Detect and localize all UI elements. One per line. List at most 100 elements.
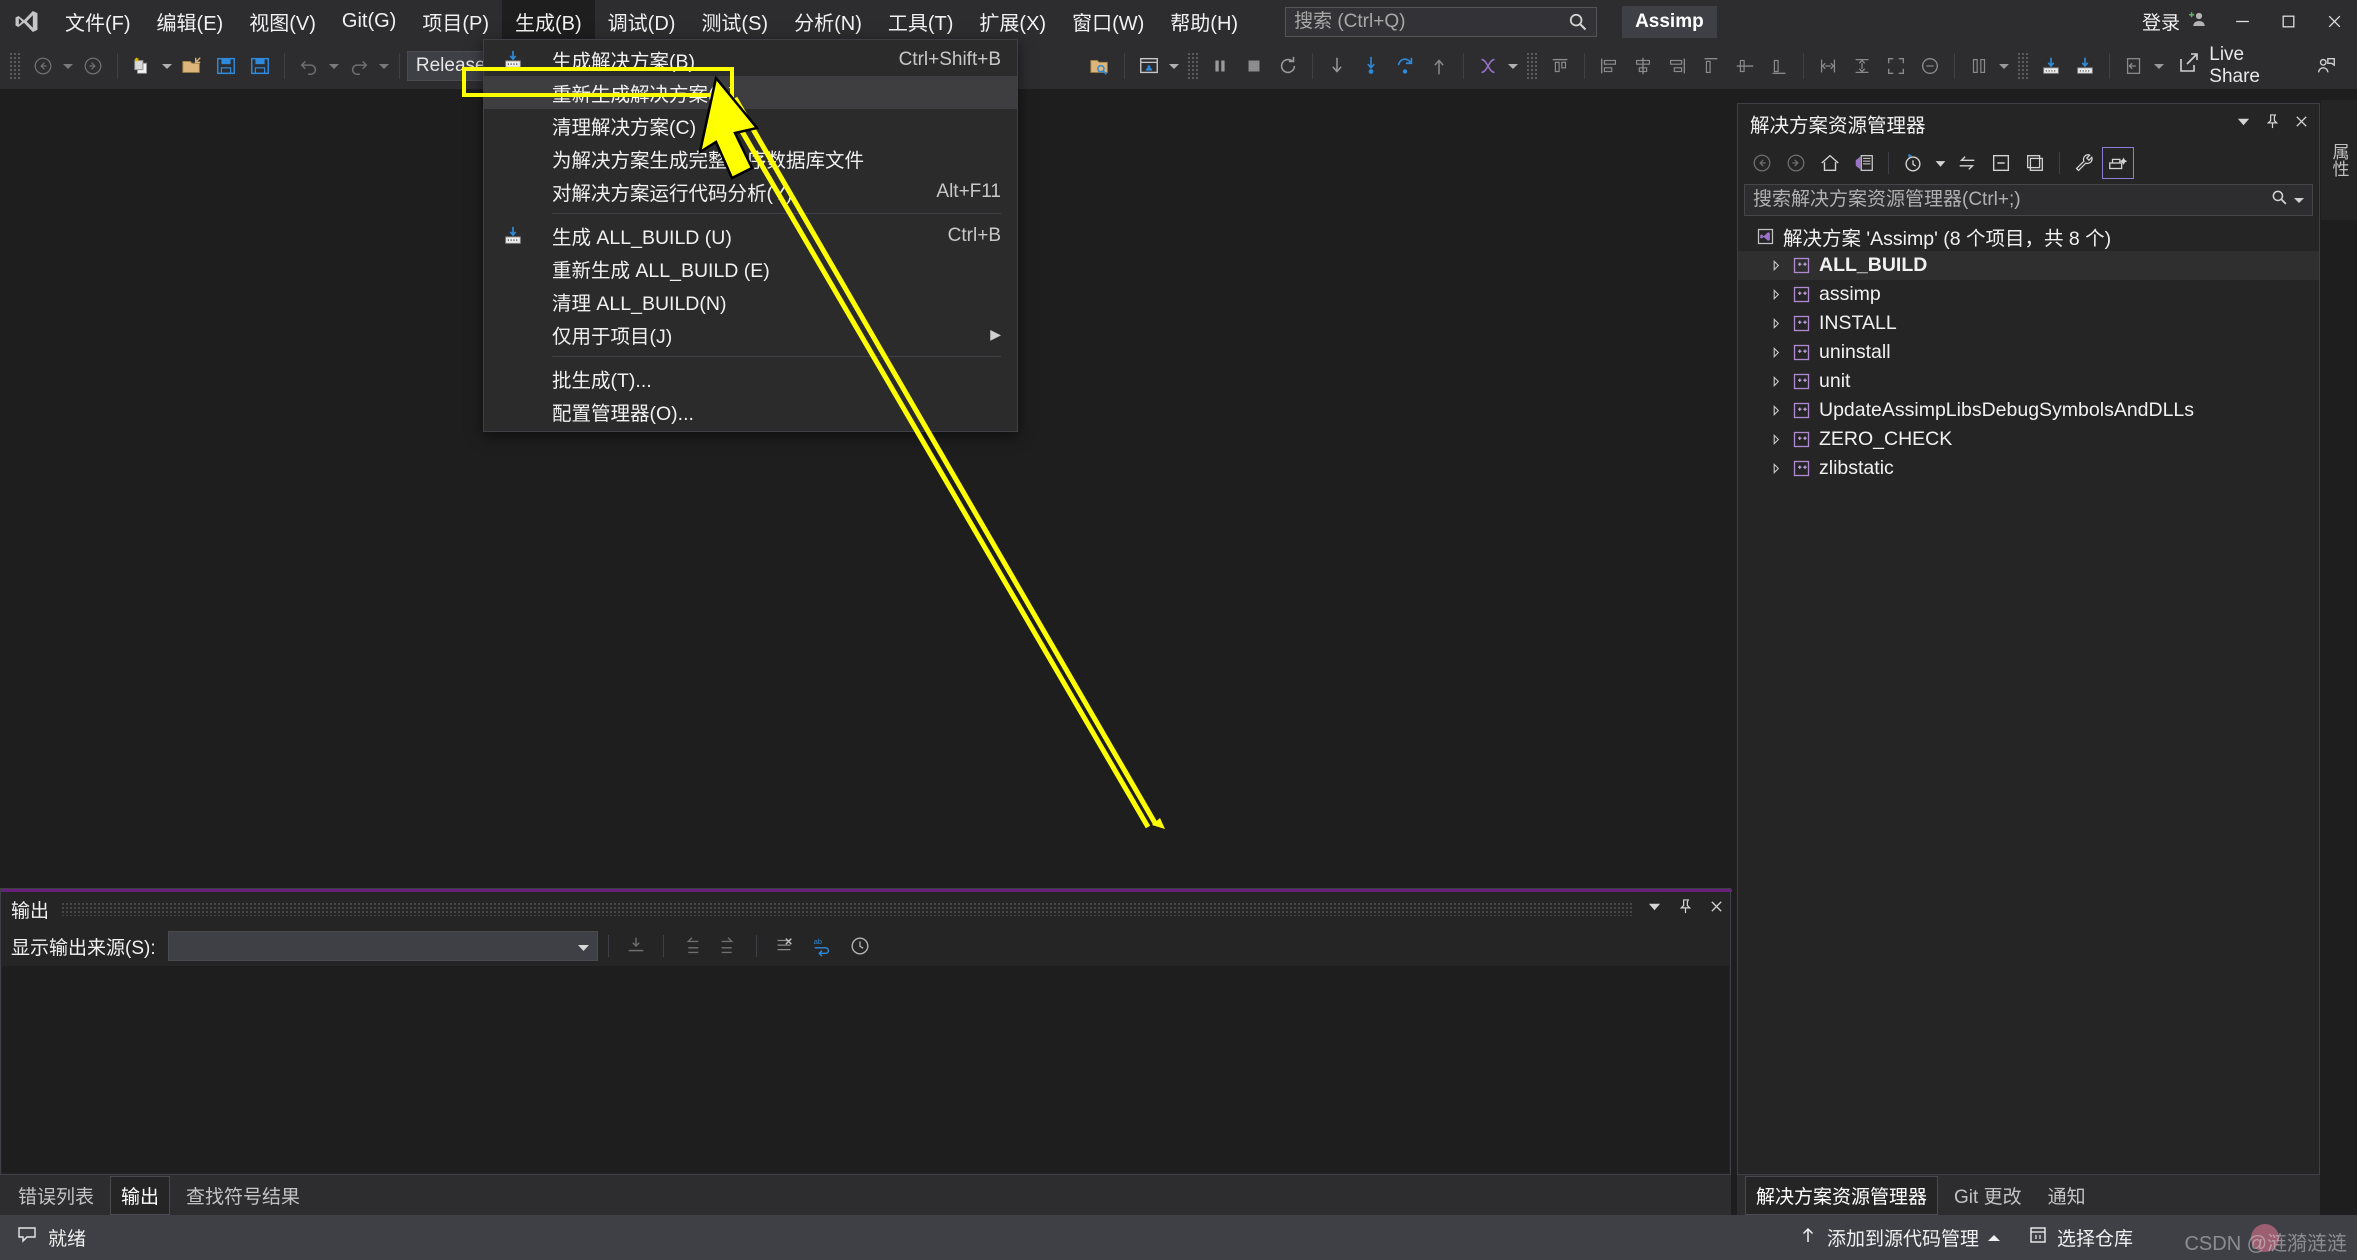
tree-node-all-build[interactable]: ALL_BUILD [1738, 251, 2319, 280]
navigate-forward-icon[interactable] [76, 49, 110, 83]
undo-icon[interactable] [292, 49, 326, 83]
menu-window[interactable]: 窗口(W) [1059, 0, 1157, 43]
sync-with-active-document-icon[interactable] [1951, 147, 1983, 179]
tree-node-updateassimplibs[interactable]: UpdateAssimpLibsDebugSymbolsAndDLLs [1738, 396, 2319, 425]
restart-icon[interactable] [1271, 49, 1305, 83]
window-maximize-button[interactable] [2265, 0, 2311, 43]
collapse-all-icon[interactable] [1985, 147, 2017, 179]
chevron-right-icon[interactable] [1764, 347, 1788, 358]
open-file-icon[interactable] [175, 49, 209, 83]
chevron-right-icon[interactable] [1764, 318, 1788, 329]
go-to-previous-message-icon[interactable] [674, 930, 708, 962]
menu-item-batch-build[interactable]: 批生成(T)... [484, 362, 1017, 395]
align-rights-icon[interactable] [1660, 49, 1694, 83]
pin-icon[interactable] [2265, 112, 2280, 135]
search-in-files-icon[interactable] [1083, 49, 1117, 83]
close-icon[interactable] [1709, 899, 1724, 919]
tab-notifications[interactable]: 通知 [2038, 1177, 2096, 1214]
tree-node-zero-check[interactable]: ZERO_CHECK [1738, 425, 2319, 454]
redo-icon[interactable] [342, 49, 376, 83]
align-bottoms-icon[interactable] [1762, 49, 1796, 83]
forward-icon[interactable] [1780, 147, 1812, 179]
save-all-icon[interactable] [243, 49, 277, 83]
menu-item-run-code-analysis[interactable]: 对解决方案运行代码分析(Y) Alt+F11 [484, 175, 1017, 208]
start-debug-dropdown-icon[interactable] [1166, 49, 1182, 83]
menu-edit[interactable]: 编辑(E) [144, 0, 237, 43]
manage-collaborators-icon[interactable] [2309, 49, 2343, 83]
toolbar-grip[interactable] [9, 52, 21, 80]
chevron-right-icon[interactable] [1764, 289, 1788, 300]
pending-changes-history-icon[interactable] [1897, 147, 1929, 179]
tree-root-solution[interactable]: 解决方案 'Assimp' (8 个项目，共 8 个) [1738, 222, 2319, 251]
go-to-next-message-icon[interactable] [712, 930, 746, 962]
build-solution-icon[interactable] [2034, 49, 2068, 83]
menu-analyze[interactable]: 分析(N) [781, 0, 875, 43]
chevron-right-icon[interactable] [1764, 260, 1788, 271]
chevron-down-icon[interactable] [1931, 147, 1949, 179]
tree-node-assimp[interactable]: assimp [1738, 280, 2319, 309]
tab-solution-explorer[interactable]: 解决方案资源管理器 [1745, 1176, 1938, 1215]
view-designer-icon[interactable] [2102, 147, 2134, 179]
search-options-chevron-icon[interactable] [2294, 191, 2304, 209]
increase-spacing-icon[interactable] [1962, 49, 1996, 83]
align-middles-icon[interactable] [1728, 49, 1762, 83]
tab-error-list[interactable]: 错误列表 [8, 1177, 104, 1214]
new-project-icon[interactable] [125, 49, 159, 83]
solution-explorer-search-input[interactable] [1753, 189, 2271, 211]
step-over-icon[interactable] [1354, 49, 1388, 83]
tree-node-uninstall[interactable]: uninstall [1738, 338, 2319, 367]
stop-icon[interactable] [1237, 49, 1271, 83]
step-up-icon[interactable] [1422, 49, 1456, 83]
properties-vertical-tab[interactable]: 属性 [2321, 100, 2357, 220]
make-same-height-icon[interactable] [1845, 49, 1879, 83]
size-to-grid-icon[interactable] [1913, 49, 1947, 83]
align-top-edges-icon[interactable] [1543, 49, 1577, 83]
menu-item-rebuild-solution[interactable]: 重新生成解决方案(R) [484, 76, 1017, 109]
menu-extensions[interactable]: 扩展(X) [966, 0, 1059, 43]
toolbar-grip[interactable] [1187, 52, 1199, 80]
select-repository-button[interactable]: 选择仓库 [2028, 1224, 2133, 1251]
step-out-icon[interactable] [1388, 49, 1422, 83]
window-minimize-button[interactable] [2219, 0, 2265, 43]
output-content-area[interactable] [2, 966, 1729, 1173]
menu-build[interactable]: 生成(B) [502, 0, 595, 43]
menu-view[interactable]: 视图(V) [236, 0, 329, 43]
search-input[interactable] [1294, 11, 1568, 33]
pin-icon[interactable] [1678, 899, 1693, 919]
menu-debug[interactable]: 调试(D) [595, 0, 689, 43]
tab-git-changes[interactable]: Git 更改 [1944, 1177, 2032, 1214]
menu-project[interactable]: 项目(P) [409, 0, 502, 43]
solution-explorer-search[interactable] [1744, 184, 2313, 216]
start-debug-icon[interactable] [1132, 49, 1166, 83]
menu-help[interactable]: 帮助(H) [1157, 0, 1251, 43]
menu-item-configuration-manager[interactable]: 配置管理器(O)... [484, 395, 1017, 428]
menu-item-rebuild-all-build[interactable]: 重新生成 ALL_BUILD (E) [484, 252, 1017, 285]
align-centers-icon[interactable] [1626, 49, 1660, 83]
tree-node-install[interactable]: INSTALL [1738, 309, 2319, 338]
pause-icon[interactable] [1203, 49, 1237, 83]
make-same-size-icon[interactable] [1879, 49, 1913, 83]
spacing-dropdown-icon[interactable] [1996, 49, 2012, 83]
sign-in-button[interactable]: 登录 [2132, 8, 2219, 36]
clear-output-icon[interactable] [767, 930, 801, 962]
redo-dropdown-icon[interactable] [376, 49, 392, 83]
chevron-right-icon[interactable] [1764, 376, 1788, 387]
menu-test[interactable]: 测试(S) [688, 0, 781, 43]
rebuild-solution-icon[interactable] [2068, 49, 2102, 83]
step-into-icon[interactable] [1320, 49, 1354, 83]
tab-find-symbol-results[interactable]: 查找符号结果 [176, 1177, 310, 1214]
tab-output[interactable]: 输出 [110, 1176, 170, 1215]
new-project-dropdown-icon[interactable] [159, 49, 175, 83]
threads-dropdown-icon[interactable] [1505, 49, 1521, 83]
properties-wrench-icon[interactable] [2068, 147, 2100, 179]
clear-all-icon[interactable] [619, 930, 653, 962]
menu-item-clean-solution[interactable]: 清理解决方案(C) [484, 109, 1017, 142]
align-tops-icon[interactable] [1694, 49, 1728, 83]
menu-file[interactable]: 文件(F) [52, 0, 144, 43]
chevron-right-icon[interactable] [1764, 434, 1788, 445]
menu-item-build-all-build[interactable]: 生成 ALL_BUILD (U) Ctrl+B [484, 219, 1017, 252]
back-icon[interactable] [1746, 147, 1778, 179]
export-dropdown-icon[interactable] [2151, 49, 2167, 83]
threads-icon[interactable] [1471, 49, 1505, 83]
export-template-icon[interactable] [2117, 49, 2151, 83]
